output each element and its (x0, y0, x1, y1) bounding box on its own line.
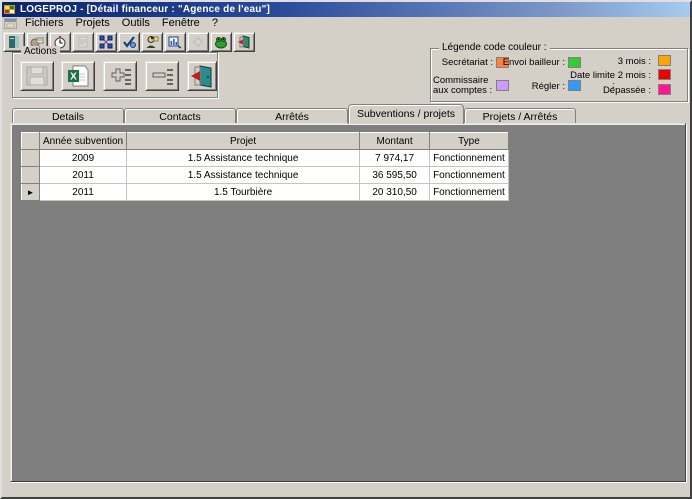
legend-secretariat-label: Secrétariat : (433, 58, 493, 68)
exit-button[interactable] (187, 61, 217, 91)
save-button[interactable] (20, 61, 54, 91)
cell-projet[interactable]: 1.5 Assistance technique (127, 150, 360, 167)
toolbar-document-button[interactable] (72, 32, 94, 52)
legend-group: Légende code couleur : Secrétariat : Com… (430, 48, 688, 102)
cell-projet[interactable]: 1.5 Assistance technique (127, 167, 360, 184)
cell-montant[interactable]: 36 595,50 (360, 167, 430, 184)
mdi-child-icon[interactable] (4, 18, 17, 29)
menu-fenetre[interactable]: Fenêtre (156, 17, 206, 30)
tab-details[interactable]: Details (12, 108, 124, 124)
row-selector[interactable] (22, 150, 40, 167)
table-row selected[interactable]: ► 2011 1.5 Tourbière 20 310,50 Fonctionn… (22, 184, 509, 201)
table-row[interactable]: 2011 1.5 Assistance technique 36 595,50 … (22, 167, 509, 184)
chart-icon (168, 35, 182, 49)
drawer-icon (7, 35, 21, 49)
menu-outils[interactable]: Outils (116, 17, 156, 30)
toolbar-frog-button[interactable] (210, 32, 232, 52)
tab-strip: Details Contacts Arrêtés Subventions / p… (12, 106, 576, 124)
person-icon (145, 35, 159, 49)
toolbar-check-button[interactable] (118, 32, 140, 52)
legend-regler-label: Régler : (493, 82, 565, 92)
network-icon (99, 35, 113, 49)
toolbar-chart-button[interactable] (164, 32, 186, 52)
actions-group: Actions X (12, 52, 218, 98)
legend-commissaire-label: Commissaire aux comptes : (433, 76, 493, 96)
title-bar[interactable]: LOGEPROJ - [Détail financeur : "Agence d… (2, 2, 690, 17)
add-line-button[interactable] (103, 61, 137, 91)
document-icon (76, 35, 90, 49)
actions-group-label: Actions (21, 46, 60, 57)
table-row[interactable]: 2009 1.5 Assistance technique 7 974,17 F… (22, 150, 509, 167)
menu-fichiers[interactable]: Fichiers (19, 17, 70, 30)
menu-help[interactable]: ? (206, 17, 224, 30)
menu-bar: Fichiers Projets Outils Fenêtre ? (2, 17, 690, 30)
tab-arretes[interactable]: Arrêtés (236, 108, 348, 124)
exit-door-action-icon (190, 64, 214, 88)
column-header-projet[interactable]: Projet (127, 133, 360, 150)
excel-icon: X (66, 65, 90, 87)
cell-annee[interactable]: 2011 (40, 184, 127, 201)
legend-title: Légende code couleur : (439, 42, 550, 53)
excel-export-button[interactable]: X (61, 61, 95, 91)
cell-type[interactable]: Fonctionnement (430, 167, 509, 184)
cell-type[interactable]: Fonctionnement (430, 184, 509, 201)
toolbar-exit-button[interactable] (233, 32, 255, 52)
diamond-icon (191, 35, 205, 49)
subventions-table: Année subvention Projet Montant Type 200… (21, 132, 509, 201)
window-title: LOGEPROJ - [Détail financeur : "Agence d… (20, 4, 270, 15)
toolbar-network-button[interactable] (95, 32, 117, 52)
legend-2mois-swatch (658, 69, 671, 80)
row-selector-current[interactable]: ► (22, 184, 40, 201)
app-icon (4, 3, 17, 16)
toolbar-person-button[interactable] (141, 32, 163, 52)
legend-depassee-swatch (658, 84, 671, 95)
row-selector-header (22, 133, 40, 150)
remove-line-button[interactable] (145, 61, 179, 91)
cell-montant[interactable]: 7 974,17 (360, 150, 430, 167)
column-header-annee[interactable]: Année subvention (40, 133, 127, 150)
legend-2mois-label: 2 mois : (591, 71, 651, 81)
cell-annee[interactable]: 2011 (40, 167, 127, 184)
legend-3mois-swatch (658, 55, 671, 66)
exit-door-icon (237, 35, 251, 49)
save-icon (25, 65, 49, 87)
tab-page-subventions: Année subvention Projet Montant Type 200… (10, 123, 686, 482)
frog-icon (214, 35, 228, 49)
cell-projet[interactable]: 1.5 Tourbière (127, 184, 360, 201)
cell-annee[interactable]: 2009 (40, 150, 127, 167)
application-window: LOGEPROJ - [Détail financeur : "Agence d… (0, 0, 692, 499)
tab-subventions-projets[interactable]: Subventions / projets (348, 104, 464, 124)
column-header-type[interactable]: Type (430, 133, 509, 150)
svg-text:X: X (70, 72, 77, 83)
column-header-montant[interactable]: Montant (360, 133, 430, 150)
legend-envoi-bailleur-swatch (568, 57, 581, 68)
legend-envoi-bailleur-label: Envoi bailleur : (493, 58, 565, 68)
cell-montant[interactable]: 20 310,50 (360, 184, 430, 201)
tab-projets-arretes[interactable]: Projets / Arrêtés (464, 108, 576, 124)
remove-list-icon (150, 65, 174, 87)
add-list-icon (108, 65, 132, 87)
legend-3mois-label: 3 mois : (591, 57, 651, 67)
cell-type[interactable]: Fonctionnement (430, 150, 509, 167)
toolbar-diamond-button[interactable] (187, 32, 209, 52)
table-header-row: Année subvention Projet Montant Type (22, 133, 509, 150)
tab-contacts[interactable]: Contacts (124, 108, 236, 124)
row-selector[interactable] (22, 167, 40, 184)
menu-projets[interactable]: Projets (70, 17, 116, 30)
legend-depassee-label: Dépassée : (591, 86, 651, 96)
check-icon (122, 35, 136, 49)
